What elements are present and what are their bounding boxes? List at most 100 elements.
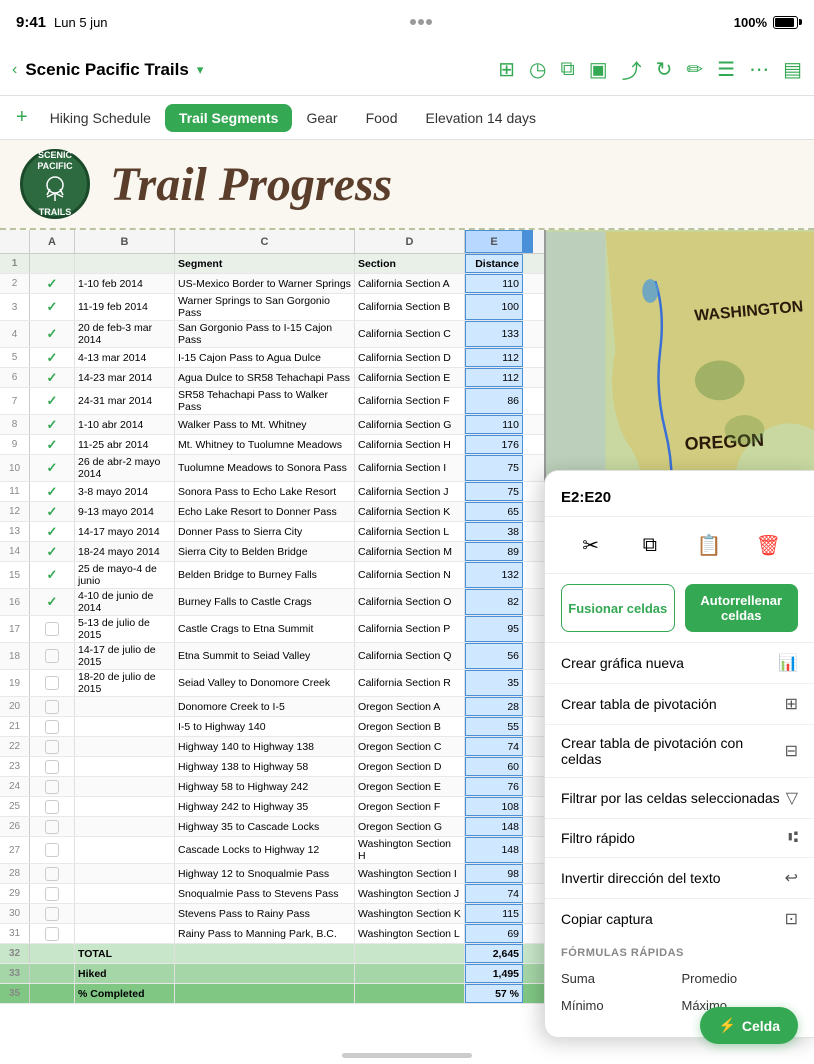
cell-distance[interactable]: 35 [465,670,523,696]
cell-section[interactable]: California Section M [355,542,465,561]
cell-distance[interactable]: 57 % [465,984,523,1003]
cell-distance[interactable]: 2,645 [465,944,523,963]
cell-section[interactable]: California Section I [355,455,465,481]
cell-distance[interactable]: 176 [465,435,523,454]
cell-section[interactable] [355,964,465,983]
cell-date[interactable] [75,864,175,883]
context-menu-item[interactable]: Crear gráfica nueva📊 [545,643,814,684]
cell-section[interactable]: California Section P [355,616,465,642]
cell-segment[interactable] [175,984,355,1003]
cell-date[interactable]: 24-31 mar 2014 [75,388,175,414]
cell-completed[interactable]: ✓ [30,589,75,615]
tab-gear[interactable]: Gear [292,104,351,132]
autofill-button[interactable]: Autorrellenar celdas [685,584,799,632]
cell-section[interactable]: California Section R [355,670,465,696]
cell-segment[interactable]: Agua Dulce to SR58 Tehachapi Pass [175,368,355,387]
cell-segment[interactable]: I-15 Cajon Pass to Agua Dulce [175,348,355,367]
cell-date[interactable]: 3-8 mayo 2014 [75,482,175,501]
cell-section[interactable]: California Section B [355,294,465,320]
cell-date[interactable]: 26 de abr-2 mayo 2014 [75,455,175,481]
cell-completed[interactable] [30,670,75,696]
cell-date[interactable]: 1-10 abr 2014 [75,415,175,434]
cell-distance[interactable]: 65 [465,502,523,521]
cell-section[interactable]: California Section G [355,415,465,434]
cell-segment[interactable]: Highway 12 to Snoqualmie Pass [175,864,355,883]
cell-distance[interactable]: 148 [465,837,523,863]
cell-date[interactable]: TOTAL [75,944,175,963]
cell-segment[interactable]: Cascade Locks to Highway 12 [175,837,355,863]
cell-completed[interactable]: ✓ [30,388,75,414]
cell-date[interactable]: 1-10 feb 2014 [75,274,175,293]
cell-section[interactable]: California Section C [355,321,465,347]
cell-completed[interactable] [30,737,75,756]
cell-date[interactable] [75,797,175,816]
cell-completed[interactable] [30,864,75,883]
cell-completed[interactable] [30,924,75,943]
cell-date[interactable]: 14-17 de julio de 2015 [75,643,175,669]
cell-distance[interactable]: 100 [465,294,523,320]
cell-date[interactable]: 5-13 de julio de 2015 [75,616,175,642]
cell-section[interactable] [355,944,465,963]
cell-segment[interactable]: Sierra City to Belden Bridge [175,542,355,561]
context-menu-item[interactable]: Crear tabla de pivotación⊞ [545,684,814,725]
cell-section[interactable]: California Section K [355,502,465,521]
cell-section[interactable]: California Section N [355,562,465,588]
cell-distance[interactable]: 60 [465,757,523,776]
cell-segment[interactable]: Highway 58 to Highway 242 [175,777,355,796]
celda-button[interactable]: ⚡ Celda [700,1007,798,1044]
cell-distance[interactable]: Distance [465,254,523,273]
menu-icon[interactable]: ☰ [717,57,735,82]
cell-distance[interactable]: 86 [465,388,523,414]
cell-section[interactable]: Oregon Section G [355,817,465,836]
cell-segment[interactable]: Burney Falls to Castle Crags [175,589,355,615]
tab-trail[interactable]: Trail Segments [165,104,293,132]
col-c-header[interactable]: C [175,230,355,253]
cell-date[interactable]: 14-17 mayo 2014 [75,522,175,541]
context-menu-item[interactable]: Crear tabla de pivotación con celdas⊟ [545,725,814,778]
add-tab-button[interactable]: + [8,106,36,129]
cell-segment[interactable]: Tuolumne Meadows to Sonora Pass [175,455,355,481]
cell-date[interactable]: 18-20 de julio de 2015 [75,670,175,696]
cell-date[interactable]: 11-19 feb 2014 [75,294,175,320]
cell-distance[interactable]: 112 [465,368,523,387]
cell-segment[interactable]: Snoqualmie Pass to Stevens Pass [175,884,355,903]
cell-segment[interactable]: Stevens Pass to Rainy Pass [175,904,355,923]
cell-date[interactable] [75,924,175,943]
cell-segment[interactable]: Sonora Pass to Echo Lake Resort [175,482,355,501]
cell-date[interactable] [75,777,175,796]
cell-section[interactable]: California Section Q [355,643,465,669]
title-dropdown-icon[interactable]: ▾ [197,62,204,78]
cell-date[interactable] [75,697,175,716]
cell-completed[interactable]: ✓ [30,368,75,387]
cell-section[interactable]: Washington Section H [355,837,465,863]
cell-date[interactable]: Hiked [75,964,175,983]
cell-section[interactable]: California Section L [355,522,465,541]
cell-date[interactable] [75,254,175,273]
cell-date[interactable] [75,817,175,836]
cell-completed[interactable] [30,884,75,903]
cell-distance[interactable]: 55 [465,717,523,736]
cell-distance[interactable]: 75 [465,455,523,481]
formula-item[interactable]: Promedio [682,967,799,990]
cell-section[interactable]: Washington Section J [355,884,465,903]
trash-icon[interactable]: 🗑 [750,527,786,563]
cell-segment[interactable]: Castle Crags to Etna Summit [175,616,355,642]
cell-date[interactable]: 20 de feb-3 mar 2014 [75,321,175,347]
cell-completed[interactable] [30,717,75,736]
col-e-header[interactable]: E [465,230,523,253]
refresh-icon[interactable]: ↻ [656,57,673,82]
cell-completed[interactable]: ✓ [30,415,75,434]
cell-distance[interactable]: 115 [465,904,523,923]
cell-section[interactable]: Oregon Section F [355,797,465,816]
cell-segment[interactable]: Highway 138 to Highway 58 [175,757,355,776]
cell-completed[interactable] [30,984,75,1003]
cell-distance[interactable]: 75 [465,482,523,501]
paste-icon[interactable]: 📋 [691,527,727,563]
cell-segment[interactable] [175,944,355,963]
cell-distance[interactable]: 38 [465,522,523,541]
cell-distance[interactable]: 108 [465,797,523,816]
cell-segment[interactable] [175,964,355,983]
cell-distance[interactable]: 89 [465,542,523,561]
cell-distance[interactable]: 133 [465,321,523,347]
cell-completed[interactable] [30,817,75,836]
